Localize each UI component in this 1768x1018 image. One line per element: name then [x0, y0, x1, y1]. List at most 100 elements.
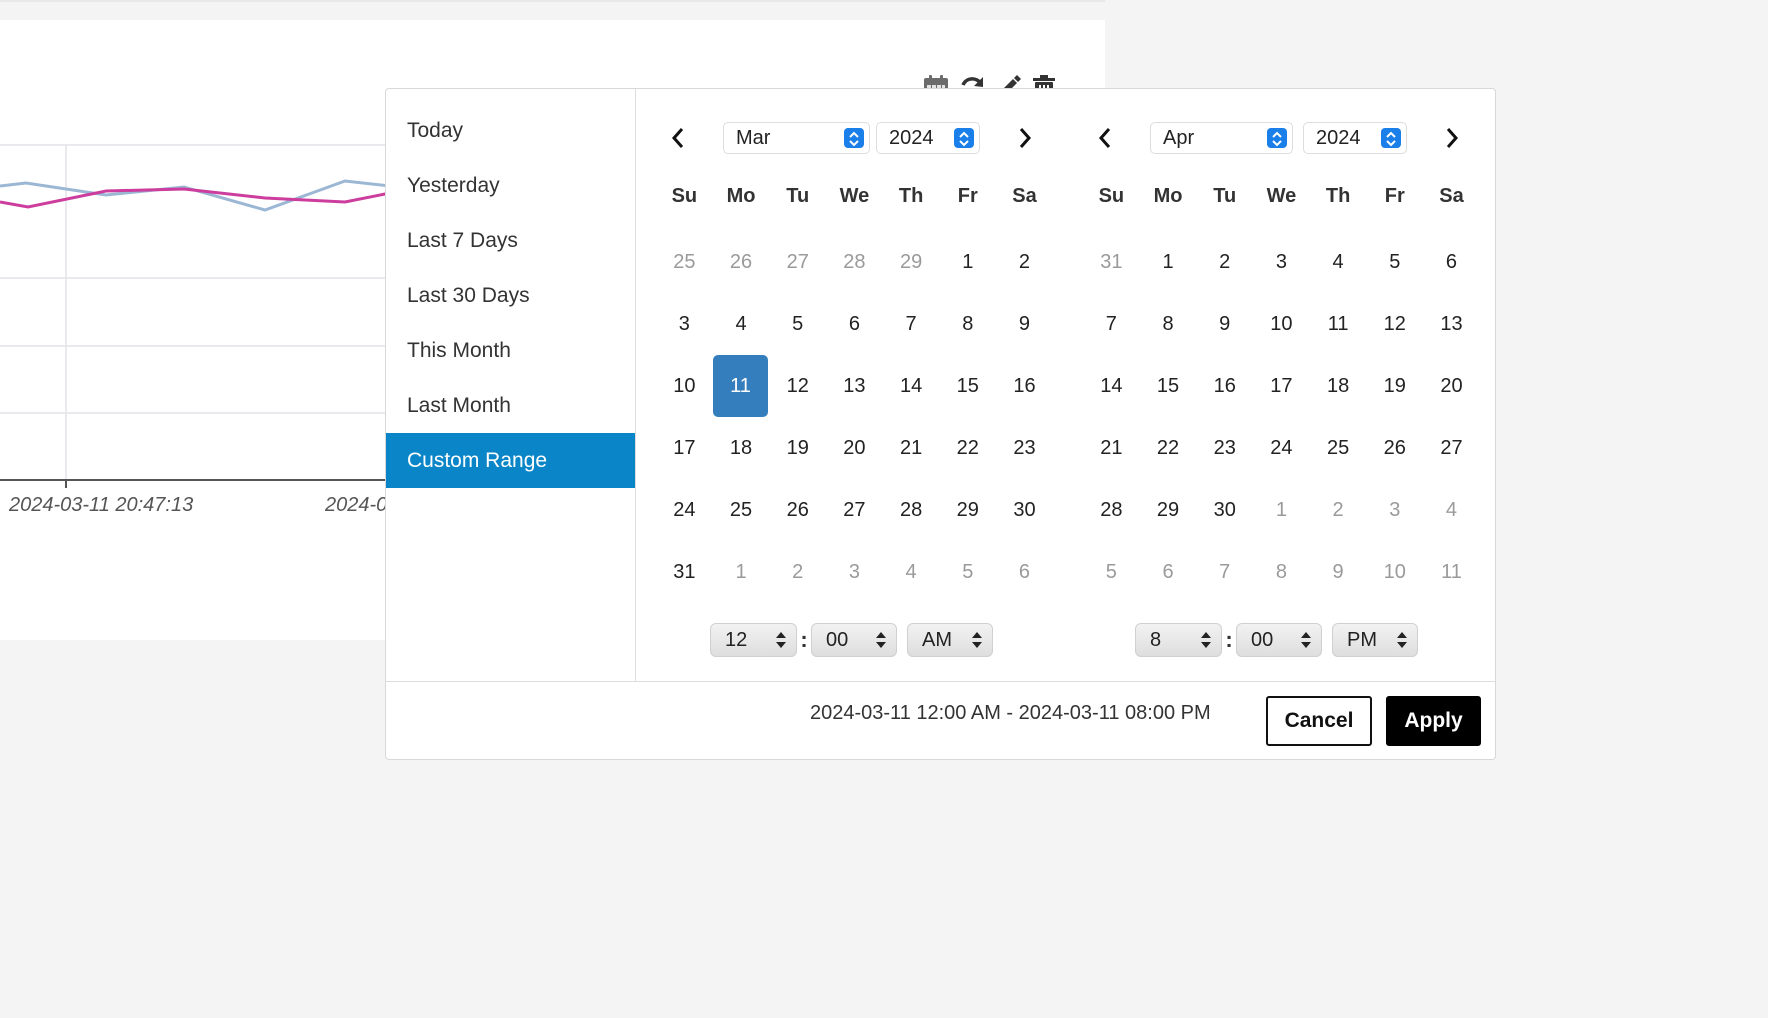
- day-cell[interactable]: 17: [1253, 355, 1310, 417]
- day-cell[interactable]: 5: [939, 541, 996, 603]
- day-cell[interactable]: 2: [996, 231, 1053, 293]
- day-cell[interactable]: 1: [713, 541, 770, 603]
- day-cell[interactable]: 26: [713, 231, 770, 293]
- day-cell[interactable]: 3: [656, 293, 713, 355]
- day-cell[interactable]: 2: [1310, 479, 1367, 541]
- day-cell[interactable]: 21: [1083, 417, 1140, 479]
- day-cell[interactable]: 12: [769, 355, 826, 417]
- day-cell-selected[interactable]: 11: [712, 355, 769, 417]
- day-cell[interactable]: 20: [1423, 355, 1480, 417]
- day-cell[interactable]: 30: [996, 479, 1053, 541]
- day-cell[interactable]: 29: [939, 479, 996, 541]
- day-cell[interactable]: 28: [1083, 479, 1140, 541]
- day-cell[interactable]: 16: [996, 355, 1053, 417]
- day-cell[interactable]: 1: [1140, 231, 1197, 293]
- day-cell[interactable]: 4: [713, 293, 770, 355]
- day-cell[interactable]: 3: [1253, 231, 1310, 293]
- prev-month-button[interactable]: [663, 123, 693, 153]
- range-last-7-days[interactable]: Last 7 Days: [386, 213, 635, 268]
- day-cell[interactable]: 9: [996, 293, 1053, 355]
- day-cell[interactable]: 26: [769, 479, 826, 541]
- day-cell[interactable]: 1: [939, 231, 996, 293]
- day-cell[interactable]: 6: [1423, 231, 1480, 293]
- day-cell[interactable]: 15: [1140, 355, 1197, 417]
- day-cell[interactable]: 31: [656, 541, 713, 603]
- day-cell[interactable]: 20: [826, 417, 883, 479]
- day-cell[interactable]: 7: [1083, 293, 1140, 355]
- month-select[interactable]: Apr: [1150, 122, 1293, 154]
- hour-select[interactable]: 12: [710, 623, 797, 657]
- day-cell[interactable]: 24: [656, 479, 713, 541]
- day-cell[interactable]: 7: [1196, 541, 1253, 603]
- range-last-month[interactable]: Last Month: [386, 378, 635, 433]
- day-cell[interactable]: 7: [883, 293, 940, 355]
- day-cell[interactable]: 1: [1253, 479, 1310, 541]
- day-cell[interactable]: 29: [1140, 479, 1197, 541]
- day-cell[interactable]: 17: [656, 417, 713, 479]
- day-cell[interactable]: 9: [1310, 541, 1367, 603]
- day-cell[interactable]: 19: [769, 417, 826, 479]
- day-cell[interactable]: 26: [1366, 417, 1423, 479]
- day-cell[interactable]: 13: [1423, 293, 1480, 355]
- day-cell[interactable]: 5: [769, 293, 826, 355]
- ampm-select[interactable]: AM: [907, 623, 993, 657]
- day-cell[interactable]: 2: [1196, 231, 1253, 293]
- day-cell[interactable]: 29: [883, 231, 940, 293]
- day-cell[interactable]: 23: [1196, 417, 1253, 479]
- day-cell[interactable]: 3: [826, 541, 883, 603]
- day-cell[interactable]: 27: [826, 479, 883, 541]
- day-cell[interactable]: 5: [1083, 541, 1140, 603]
- day-cell[interactable]: 4: [1423, 479, 1480, 541]
- day-cell[interactable]: 8: [1140, 293, 1197, 355]
- cancel-button[interactable]: Cancel: [1266, 696, 1372, 746]
- range-custom[interactable]: Custom Range: [386, 433, 635, 488]
- day-cell[interactable]: 11: [1423, 541, 1480, 603]
- day-cell[interactable]: 30: [1196, 479, 1253, 541]
- day-cell[interactable]: 25: [656, 231, 713, 293]
- minute-select[interactable]: 00: [1236, 623, 1322, 657]
- day-cell[interactable]: 27: [769, 231, 826, 293]
- day-cell[interactable]: 15: [939, 355, 996, 417]
- day-cell[interactable]: 28: [826, 231, 883, 293]
- next-month-button[interactable]: [1010, 123, 1040, 153]
- day-cell[interactable]: 13: [826, 355, 883, 417]
- ampm-select[interactable]: PM: [1332, 623, 1418, 657]
- day-cell[interactable]: 9: [1196, 293, 1253, 355]
- day-cell[interactable]: 4: [883, 541, 940, 603]
- day-cell[interactable]: 22: [1140, 417, 1197, 479]
- day-cell[interactable]: 21: [883, 417, 940, 479]
- day-cell[interactable]: 6: [1140, 541, 1197, 603]
- day-cell[interactable]: 10: [1253, 293, 1310, 355]
- next-month-button[interactable]: [1437, 123, 1467, 153]
- day-cell[interactable]: 22: [939, 417, 996, 479]
- day-cell[interactable]: 18: [713, 417, 770, 479]
- day-cell[interactable]: 12: [1366, 293, 1423, 355]
- prev-month-button[interactable]: [1090, 123, 1120, 153]
- day-cell[interactable]: 6: [826, 293, 883, 355]
- day-cell[interactable]: 23: [996, 417, 1053, 479]
- day-cell[interactable]: 25: [1310, 417, 1367, 479]
- day-cell[interactable]: 19: [1366, 355, 1423, 417]
- minute-select[interactable]: 00: [811, 623, 897, 657]
- day-cell[interactable]: 10: [656, 355, 713, 417]
- day-cell[interactable]: 10: [1366, 541, 1423, 603]
- day-cell[interactable]: 3: [1366, 479, 1423, 541]
- day-cell[interactable]: 16: [1196, 355, 1253, 417]
- month-select[interactable]: Mar: [723, 122, 870, 154]
- range-last-30-days[interactable]: Last 30 Days: [386, 268, 635, 323]
- day-cell[interactable]: 4: [1310, 231, 1367, 293]
- range-yesterday[interactable]: Yesterday: [386, 158, 635, 213]
- day-cell[interactable]: 24: [1253, 417, 1310, 479]
- day-cell[interactable]: 8: [939, 293, 996, 355]
- day-cell[interactable]: 25: [713, 479, 770, 541]
- day-cell[interactable]: 28: [883, 479, 940, 541]
- day-cell[interactable]: 31: [1083, 231, 1140, 293]
- day-cell[interactable]: 14: [883, 355, 940, 417]
- hour-select[interactable]: 8: [1135, 623, 1222, 657]
- day-cell[interactable]: 14: [1083, 355, 1140, 417]
- apply-button[interactable]: Apply: [1386, 696, 1481, 746]
- day-cell[interactable]: 5: [1366, 231, 1423, 293]
- day-cell[interactable]: 11: [1310, 293, 1367, 355]
- year-select[interactable]: 2024: [876, 122, 980, 154]
- range-today[interactable]: Today: [386, 103, 635, 158]
